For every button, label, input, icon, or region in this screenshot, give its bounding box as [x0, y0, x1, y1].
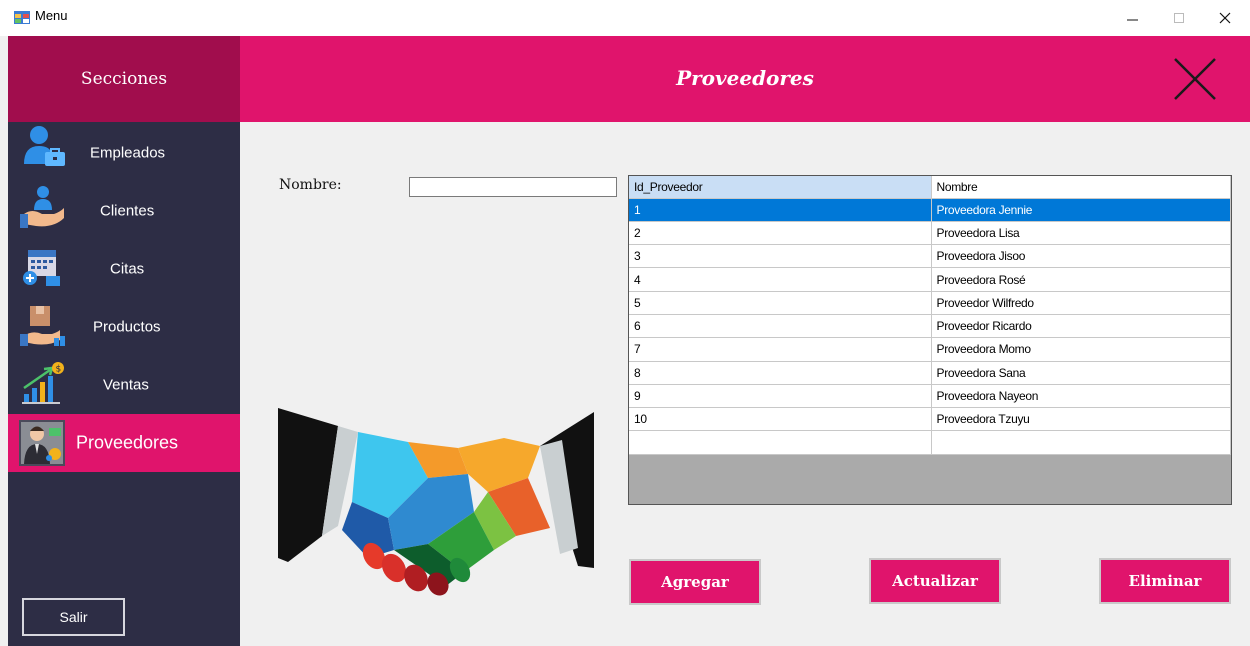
sidebar-item-citas[interactable]: Citas	[8, 240, 240, 298]
table-row[interactable]: 8 Proveedora Sana	[629, 361, 1231, 385]
table-header-row: Id_Proveedor Nombre	[629, 176, 1231, 199]
sidebar-item-label: Productos	[93, 318, 161, 336]
providers-grid[interactable]: Id_Proveedor Nombre 1 Proveedora Jennie …	[628, 175, 1232, 505]
cell-nombre[interactable]: Proveedora Nayeon	[931, 384, 1231, 409]
sidebar-item-label: Empleados	[90, 144, 166, 162]
minimize-button[interactable]	[1110, 0, 1156, 36]
providers-table: Id_Proveedor Nombre 1 Proveedora Jennie …	[629, 176, 1231, 455]
table-row[interactable]: 6 Proveedor Ricardo	[629, 314, 1231, 339]
delete-button[interactable]: Eliminar	[1099, 558, 1231, 604]
nombre-label: Nombre:	[279, 177, 342, 193]
exit-button[interactable]: Salir	[22, 598, 125, 636]
cell-id[interactable]: 6	[629, 314, 932, 339]
maximize-button[interactable]	[1156, 0, 1202, 36]
table-row[interactable]: 7 Proveedora Momo	[629, 337, 1231, 362]
cell-id[interactable]: 5	[629, 291, 932, 315]
sidebar-header: Secciones	[8, 36, 240, 122]
table-row[interactable]: 9 Proveedora Nayeon	[629, 384, 1231, 409]
cell-nombre[interactable]: Proveedor Wilfredo	[931, 291, 1231, 315]
table-row[interactable]: 2 Proveedora Lisa	[629, 221, 1231, 246]
table-row[interactable]: 10 Proveedora Tzuyu	[629, 407, 1231, 432]
maximize-icon	[1174, 13, 1184, 23]
sidebar-item-proveedores[interactable]: Proveedores	[8, 414, 240, 472]
window-close-button[interactable]	[1202, 0, 1248, 36]
sidebar-item-label: Ventas	[103, 376, 149, 394]
handshake-illustration	[278, 408, 594, 596]
cell-id[interactable]: 2	[629, 221, 932, 246]
client-icon	[20, 186, 64, 228]
column-header-id[interactable]: Id_Proveedor	[629, 176, 932, 199]
app-icon	[14, 11, 30, 24]
sidebar-item-ventas[interactable]: $ Ventas	[8, 356, 240, 414]
cell-id[interactable]	[629, 430, 932, 455]
table-row[interactable]: 4 Proveedora Rosé	[629, 267, 1231, 292]
nombre-input[interactable]	[409, 177, 617, 197]
window-titlebar: Menu	[0, 0, 1250, 36]
product-box-icon	[20, 306, 65, 346]
close-icon	[1219, 12, 1231, 24]
cell-nombre[interactable]: Proveedora Sana	[931, 361, 1231, 385]
update-button[interactable]: Actualizar	[869, 558, 1001, 604]
sidebar-item-label: Citas	[110, 260, 145, 278]
column-header-nombre[interactable]: Nombre	[931, 176, 1231, 199]
sidebar-item-label: Clientes	[100, 202, 155, 220]
cell-nombre[interactable]	[931, 430, 1231, 455]
cell-id[interactable]: 9	[629, 384, 932, 409]
cell-id[interactable]: 1	[629, 198, 932, 222]
close-x-icon[interactable]	[1172, 56, 1218, 102]
cell-nombre[interactable]: Proveedora Momo	[931, 337, 1231, 362]
cell-nombre[interactable]: Proveedor Ricardo	[931, 314, 1231, 339]
cell-nombre[interactable]: Proveedora Rosé	[931, 267, 1231, 292]
table-row[interactable]: 5 Proveedor Wilfredo	[629, 291, 1231, 315]
cell-id[interactable]: 3	[629, 244, 932, 269]
page-title: Proveedores	[676, 66, 814, 90]
table-row[interactable]: 1 Proveedora Jennie	[629, 198, 1231, 222]
sales-chart-icon: $	[22, 362, 64, 404]
calendar-icon	[23, 250, 60, 286]
table-row[interactable]: 3 Proveedora Jisoo	[629, 244, 1231, 269]
sidebar-item-clientes[interactable]: Clientes	[8, 182, 240, 240]
sidebar-item-productos[interactable]: Productos	[8, 298, 240, 356]
table-row-new[interactable]	[629, 430, 1231, 455]
cell-id[interactable]: 10	[629, 407, 932, 432]
cell-id[interactable]: 4	[629, 267, 932, 292]
sidebar: Secciones Empleados Clientes Citas Produ…	[8, 36, 240, 646]
cell-id[interactable]: 8	[629, 361, 932, 385]
svg-text:$: $	[56, 365, 62, 375]
cell-nombre[interactable]: Proveedora Jisoo	[931, 244, 1231, 269]
window-title: Menu	[35, 8, 68, 23]
sidebar-item-label: Proveedores	[76, 432, 179, 453]
cell-nombre[interactable]: Proveedora Lisa	[931, 221, 1231, 246]
add-button[interactable]: Agregar	[629, 559, 761, 605]
supplier-icon	[19, 420, 65, 466]
cell-nombre[interactable]: Proveedora Jennie	[931, 198, 1231, 222]
page-header: Proveedores	[240, 36, 1250, 122]
minimize-icon	[1127, 19, 1138, 21]
cell-nombre[interactable]: Proveedora Tzuyu	[931, 407, 1231, 432]
cell-id[interactable]: 7	[629, 337, 932, 362]
employee-icon	[24, 126, 65, 166]
sidebar-item-empleados[interactable]: Empleados	[8, 124, 240, 182]
